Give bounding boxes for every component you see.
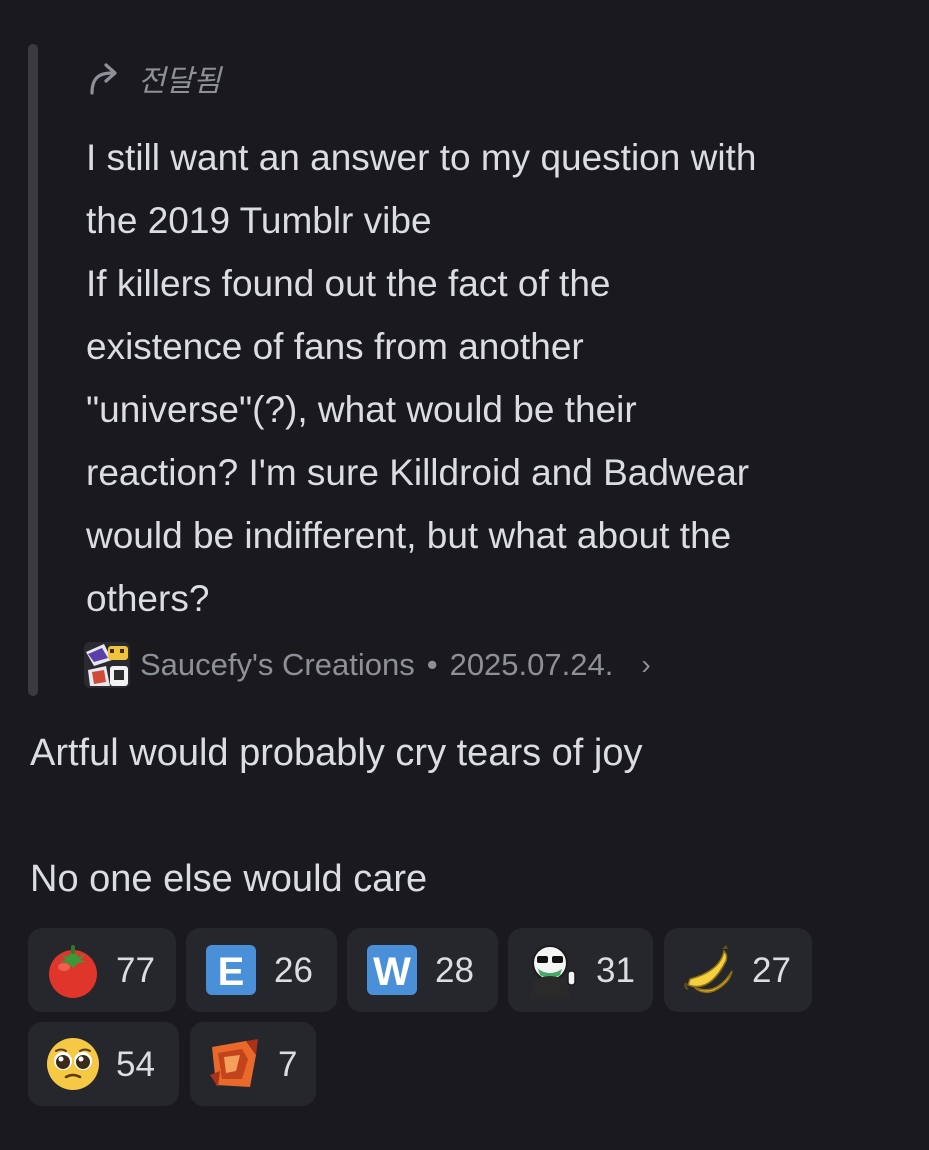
reaction-count: 31 — [596, 950, 635, 990]
reaction-masked-character[interactable]: 31 — [508, 928, 653, 1012]
forwarded-message[interactable]: 전달됨 I still want an answer to my questio… — [28, 44, 908, 696]
source-server-name: Saucefy's Creations — [140, 647, 415, 682]
masked-character-icon — [530, 945, 576, 999]
reaction-orange-sticker[interactable]: 7 — [190, 1022, 316, 1106]
source-date: 2025.07.24. — [449, 647, 614, 682]
reaction-banana[interactable]: 27 — [664, 928, 812, 1012]
reaction-letter-w[interactable]: W 28 — [347, 928, 498, 1012]
forward-source-link[interactable]: Saucefy's Creations • 2025.07.24. › — [84, 642, 651, 688]
letter-e-icon: E — [206, 945, 256, 995]
svg-text:W: W — [373, 950, 411, 994]
letter-w-icon: W — [367, 945, 417, 995]
reaction-count: 27 — [752, 950, 791, 990]
forward-header: 전달됨 — [86, 56, 221, 100]
reaction-count: 7 — [278, 1044, 298, 1084]
server-avatar-icon — [84, 642, 130, 688]
reaction-count: 26 — [274, 950, 313, 990]
forward-label: 전달됨 — [138, 65, 221, 98]
reaction-count: 28 — [435, 950, 474, 990]
reaction-letter-e[interactable]: E 26 — [186, 928, 337, 1012]
reaction-count: 54 — [116, 1044, 155, 1084]
reaction-tomato[interactable]: 77 — [28, 928, 176, 1012]
svg-text:E: E — [218, 950, 245, 994]
message-content: Artful would probably cry tears of joy N… — [30, 732, 643, 900]
pleading-face-icon — [47, 1038, 99, 1090]
orange-sticker-icon — [210, 1039, 258, 1087]
chevron-right-icon: › — [641, 649, 651, 680]
source-separator: • — [426, 647, 438, 682]
forward-quote-bar — [28, 44, 38, 696]
reaction-count: 77 — [116, 950, 155, 990]
banana-icon — [684, 945, 733, 994]
tomato-icon — [49, 945, 97, 998]
reaction-pleading-face[interactable]: 54 — [28, 1022, 179, 1106]
forward-arrow-icon — [90, 63, 117, 95]
forwarded-text: I still want an answer to my question wi… — [86, 137, 757, 619]
